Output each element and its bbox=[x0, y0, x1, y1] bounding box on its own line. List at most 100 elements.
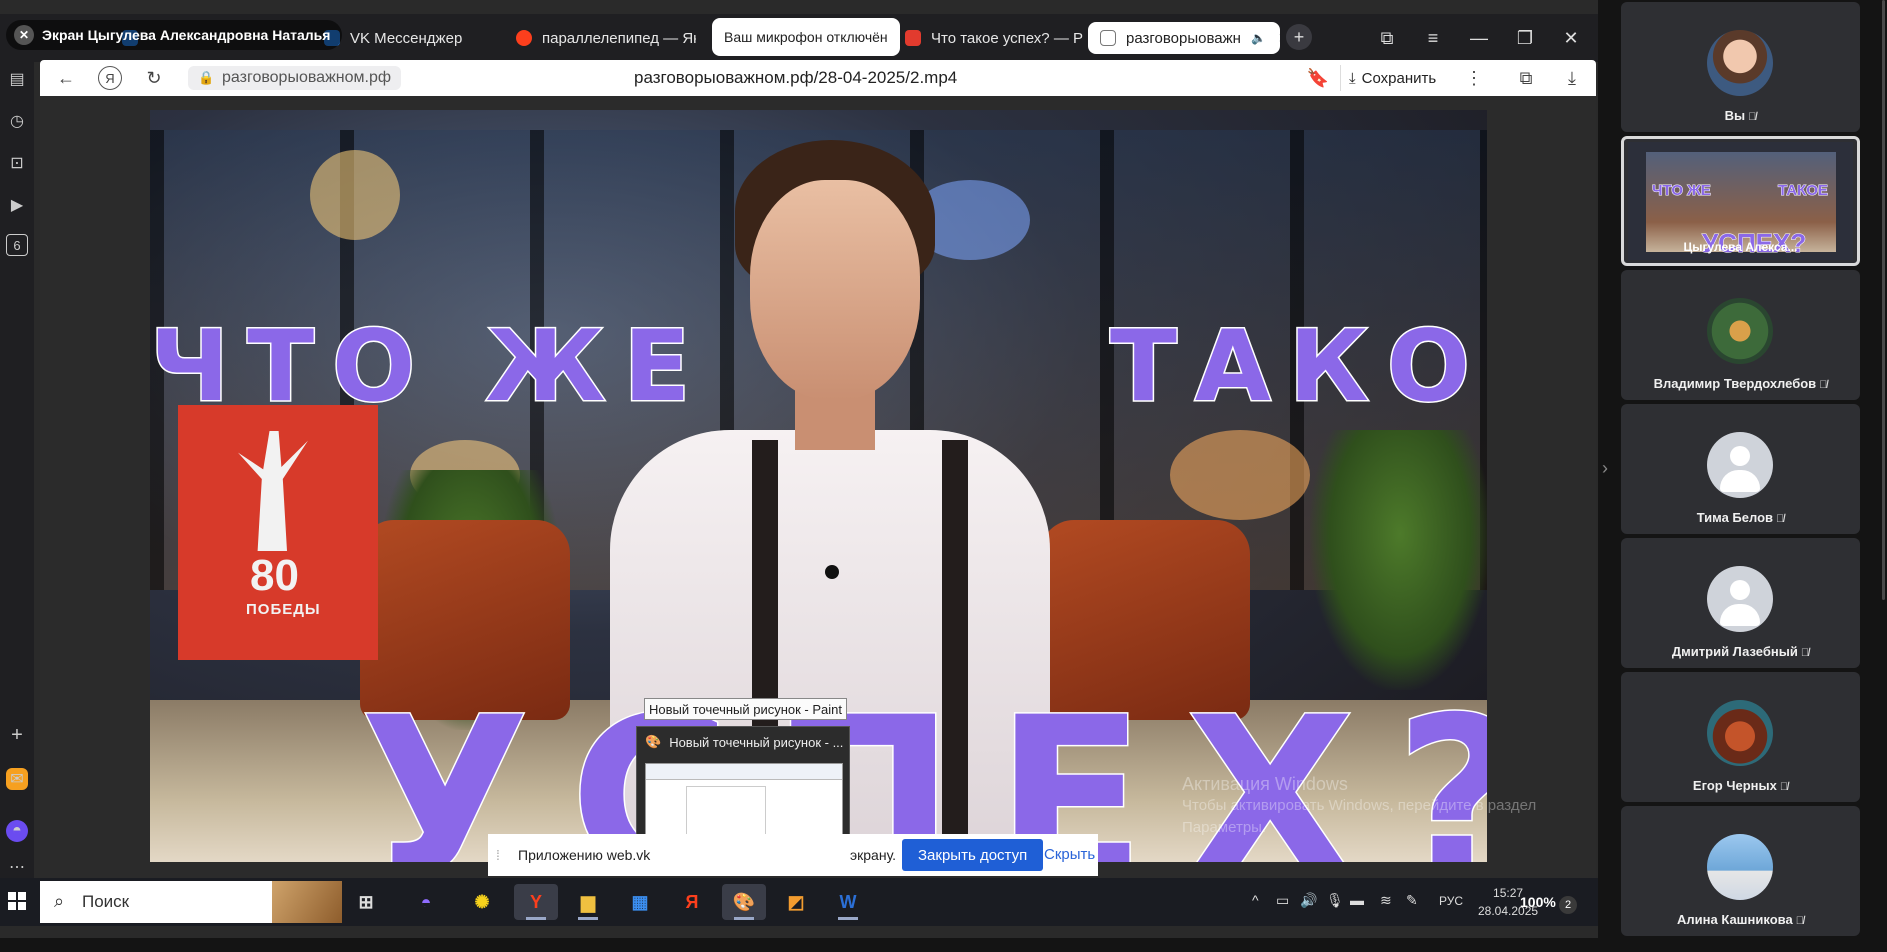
minimize-icon[interactable]: — bbox=[1464, 28, 1494, 49]
participant-tile[interactable]: Владимир Твердохлебов 🎙̸ bbox=[1621, 270, 1860, 400]
more-options-icon[interactable]: ⋮ bbox=[1462, 66, 1486, 90]
windows-activation-watermark: Активация Windows Чтобы активировать Win… bbox=[1182, 773, 1536, 839]
close-window-icon[interactable]: ✕ bbox=[1556, 28, 1586, 49]
victory-banner: 80 ПОБЕДЫ bbox=[178, 405, 378, 660]
reload-icon[interactable]: ↻ bbox=[142, 66, 166, 90]
yandex-icon[interactable]: Я bbox=[670, 884, 714, 920]
yandex-browser-icon[interactable]: Y bbox=[514, 884, 558, 920]
share-notice-text: Приложению web.vk bbox=[518, 847, 651, 863]
meet-icon[interactable]: ▭ bbox=[1276, 892, 1289, 909]
microphone-icon[interactable]: 🎙 bbox=[1326, 892, 1344, 909]
search-icon: ⌕ bbox=[54, 891, 65, 911]
lapel-mic bbox=[825, 565, 839, 579]
zoom-level: 100% bbox=[1520, 894, 1556, 910]
store-icon[interactable]: ▦ bbox=[618, 884, 662, 920]
screenshot-icon[interactable]: ⊡ bbox=[6, 152, 28, 174]
tab-active-video[interactable]: разговорыоважн 🔈 ✕ bbox=[1088, 22, 1280, 54]
history-icon[interactable]: ◷ bbox=[6, 110, 28, 132]
address-host: разговорыоважном.рф bbox=[222, 69, 392, 86]
windows-start-icon[interactable] bbox=[8, 892, 26, 910]
alice-app-icon[interactable]: ◓ bbox=[404, 884, 448, 920]
downloads-icon[interactable]: ⤓ bbox=[1560, 66, 1584, 90]
tabs-icon[interactable]: ▤ bbox=[6, 68, 28, 90]
taskbar-search[interactable]: ⌕ Поиск bbox=[40, 881, 342, 923]
bookmark-icon[interactable]: 🔖 bbox=[1306, 66, 1330, 90]
participant-name: Вы bbox=[1724, 108, 1746, 123]
mic-muted-icon: 🎙̸ bbox=[1800, 647, 1810, 659]
page-title: разговорыоважном.рф/28-04-2025/2.mp4 bbox=[634, 68, 958, 87]
participant-name: Дмитрий Лазебный bbox=[1671, 644, 1798, 659]
yandex-music-icon[interactable]: ✺ bbox=[460, 884, 504, 920]
tab-label: параллелепипед — Янд bbox=[542, 29, 696, 47]
add-icon[interactable]: + bbox=[6, 724, 28, 746]
more-icon[interactable]: ⋯ bbox=[6, 856, 28, 878]
shared-screen: VK Мессенджер параллелепипед — Янд Что т… bbox=[0, 0, 1598, 938]
notification-count[interactable]: 2 bbox=[1559, 896, 1577, 914]
volume-icon[interactable]: 🔊 bbox=[1300, 892, 1317, 909]
participant-tile[interactable]: Егор Черных 🎙̸ bbox=[1621, 672, 1860, 802]
participant-tile[interactable]: Дмитрий Лазебный 🎙̸ bbox=[1621, 538, 1860, 668]
menu-icon[interactable]: ≡ bbox=[1418, 28, 1448, 49]
yandex-icon bbox=[516, 30, 532, 46]
tab-what-is-success[interactable]: Что такое успех? — Раз bbox=[893, 22, 1083, 54]
screen-share-thumbnail: ЧТО ЖЕ ТАКОЕ УСПЕХ? Цыгулева Алекса... bbox=[1628, 142, 1853, 260]
address-bar[interactable]: 🔒 разговорыоважном.рф bbox=[188, 66, 402, 90]
collections-icon[interactable]: ⧉ bbox=[1372, 28, 1402, 49]
participant-name: Алина Кашникова bbox=[1677, 912, 1793, 927]
back-icon[interactable]: ← bbox=[54, 66, 78, 90]
close-icon[interactable]: ✕ bbox=[14, 25, 34, 45]
paint-app-icon[interactable]: 🎨 bbox=[722, 884, 766, 920]
avatar bbox=[1707, 30, 1773, 96]
file-explorer-icon[interactable]: ▆ bbox=[566, 884, 610, 920]
participants-panel: Вы 🎙̸ ЧТО ЖЕ ТАКОЕ УСПЕХ? Цыгулева Алекса… bbox=[1621, 2, 1861, 942]
drag-handle-icon[interactable]: ⁞ bbox=[496, 847, 510, 863]
participant-name: Тима Белов bbox=[1696, 510, 1774, 525]
word-icon[interactable]: W bbox=[826, 884, 870, 920]
lock-icon: 🔒 bbox=[198, 70, 215, 85]
bokeh-light bbox=[1170, 430, 1310, 520]
banner-word: ПОБЕДЫ bbox=[246, 601, 321, 618]
mic-muted-icon: 🎙̸ bbox=[1779, 781, 1789, 793]
panel-scrollbar[interactable] bbox=[1882, 0, 1885, 600]
participant-tile[interactable]: Тима Белов 🎙̸ bbox=[1621, 404, 1860, 534]
document-icon bbox=[1100, 30, 1116, 46]
tray-expand-icon[interactable]: ^ bbox=[1252, 892, 1259, 908]
preview-ribbon bbox=[646, 764, 842, 780]
mail-icon[interactable]: ✉ bbox=[6, 768, 28, 790]
speaker-icon[interactable]: 🔈 bbox=[1251, 31, 1266, 45]
avatar bbox=[1707, 834, 1773, 900]
extensions-icon[interactable]: ⧉ bbox=[1514, 66, 1538, 90]
tab-yandex-search[interactable]: параллелепипед — Янд bbox=[504, 22, 696, 54]
mic-muted-toast: Ваш микрофон отключён bbox=[712, 18, 900, 56]
participant-tile[interactable]: Вы 🎙̸ bbox=[1621, 2, 1860, 132]
close-tab-icon[interactable]: ✕ bbox=[1278, 30, 1280, 47]
tab-label: разговорыоважн bbox=[1126, 29, 1241, 47]
restore-icon[interactable]: ❐ bbox=[1510, 28, 1540, 49]
counter-badge[interactable]: 6 bbox=[6, 234, 28, 256]
presenter-label: Экран Цыгулева Александровна Наталья bbox=[42, 27, 331, 43]
wifi-icon[interactable]: ≋ bbox=[1380, 892, 1392, 909]
preview-title: Новый точечный рисунок - ... bbox=[669, 734, 844, 750]
presenter-badge: ✕ Экран Цыгулева Александровна Наталья bbox=[6, 20, 343, 50]
paint-icon: 🎨 bbox=[645, 734, 662, 749]
task-view-icon[interactable]: ⊞ bbox=[344, 884, 388, 920]
participant-tile[interactable]: Алина Кашникова 🎙̸ bbox=[1621, 806, 1860, 936]
language-indicator[interactable]: РУС bbox=[1439, 894, 1463, 908]
alice-icon[interactable]: ◓ bbox=[6, 820, 28, 842]
avatar-placeholder bbox=[1707, 432, 1773, 498]
activation-title: Активация Windows bbox=[1182, 774, 1348, 794]
stop-sharing-button[interactable]: Закрыть доступ bbox=[902, 839, 1044, 871]
browser-toolbar: ← Я ↻ 🔒 разговорыоважном.рф разговорыова… bbox=[40, 60, 1596, 96]
activation-subtitle-2: Параметры. bbox=[1182, 819, 1267, 836]
save-button[interactable]: ⤓ Сохранить bbox=[1340, 65, 1444, 91]
hide-button[interactable]: Скрыть bbox=[1044, 846, 1095, 863]
presentation-app-icon[interactable]: ◩ bbox=[774, 884, 818, 920]
participant-tile-screen-share[interactable]: ЧТО ЖЕ ТАКОЕ УСПЕХ? Цыгулева Алекса... bbox=[1621, 136, 1860, 266]
video-icon[interactable]: ▶ bbox=[6, 194, 28, 216]
pen-icon[interactable]: ✎ bbox=[1406, 892, 1418, 909]
participant-name: Егор Черных bbox=[1692, 778, 1777, 793]
yandex-logo-icon[interactable]: Я bbox=[98, 66, 122, 90]
battery-icon[interactable]: ▬ bbox=[1350, 892, 1364, 908]
collapse-panel-icon[interactable]: › bbox=[1602, 458, 1608, 479]
new-tab-icon[interactable]: + bbox=[1286, 24, 1312, 50]
